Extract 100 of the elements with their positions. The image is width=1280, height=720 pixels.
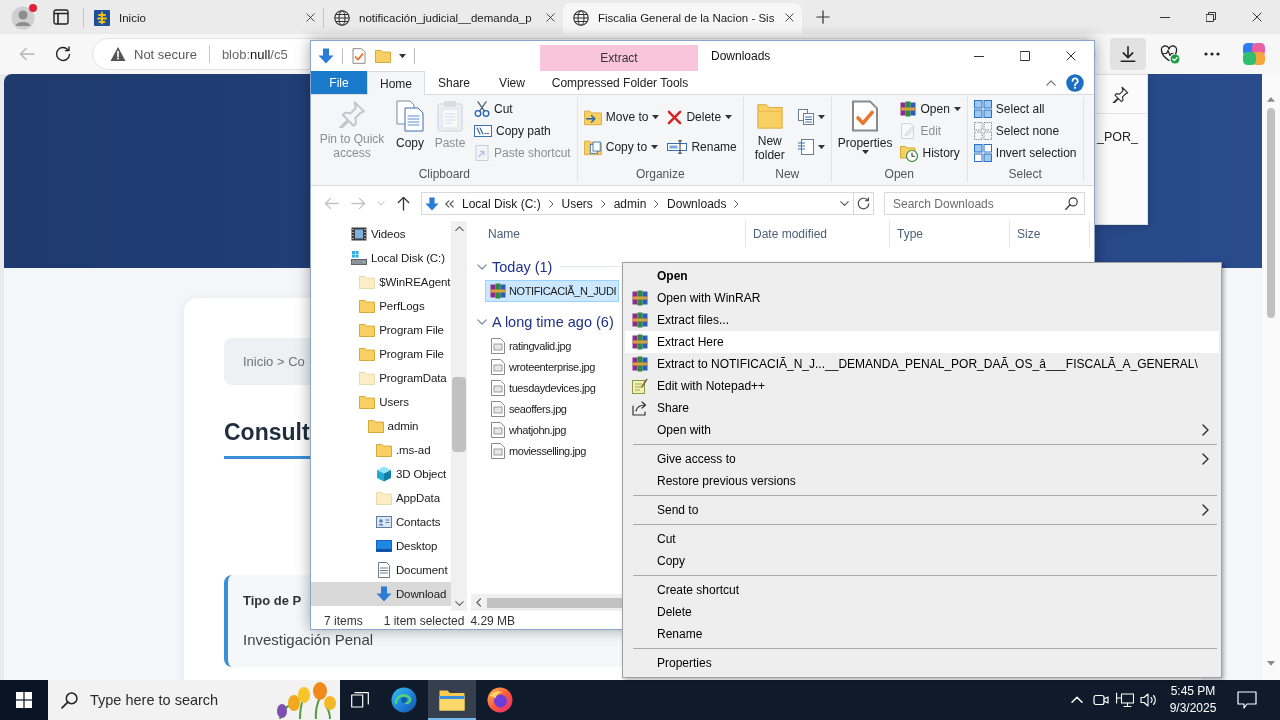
tree-item[interactable]: Program File	[311, 318, 451, 342]
scroll-up-icon[interactable]	[454, 226, 464, 232]
menu-item[interactable]: Send to	[625, 499, 1219, 521]
download-file-name[interactable]: _POR_	[1097, 130, 1138, 144]
close-icon[interactable]	[306, 13, 315, 22]
security-label[interactable]: Not secure	[134, 46, 197, 62]
close-icon[interactable]	[785, 13, 794, 22]
ribbon-button[interactable]: Cut	[472, 98, 573, 120]
ribbon-button[interactable]	[795, 106, 827, 128]
scrollbar[interactable]	[451, 221, 467, 611]
search-field[interactable]: Type here to search	[48, 680, 340, 720]
volume-icon[interactable]	[1140, 691, 1158, 709]
ribbon-button[interactable]	[795, 136, 827, 158]
breadcrumb-item[interactable]: Downloads	[665, 196, 729, 211]
tree-item[interactable]: Users	[311, 390, 451, 414]
search-input[interactable]: Search Downloads	[893, 194, 1061, 213]
search-icon[interactable]	[1065, 197, 1078, 210]
group-header[interactable]: A long time ago (6)	[477, 313, 614, 330]
tree-item[interactable]: ProgramData	[311, 366, 451, 390]
refresh-icon[interactable]	[857, 197, 870, 210]
ribbon-button[interactable]: Select all	[971, 98, 1079, 120]
caret-icon[interactable]	[399, 53, 406, 59]
tree-item[interactable]: Download	[311, 582, 451, 606]
notification-icon[interactable]	[1237, 690, 1257, 710]
browser-tab[interactable]: Inicio	[84, 3, 323, 34]
tree-item[interactable]: admin	[311, 414, 451, 438]
minimize-icon[interactable]	[1160, 16, 1170, 18]
ribbon-button[interactable]: Copy path	[472, 120, 573, 142]
file-item[interactable]: tuesdaydevices.jpg	[485, 377, 599, 398]
breadcrumb-item[interactable]: admin	[611, 196, 649, 211]
menu-item[interactable]: Extract Here	[625, 331, 1219, 353]
tree-item[interactable]: Videos	[311, 222, 451, 246]
column-header[interactable]: Name	[471, 221, 746, 247]
maximize-icon[interactable]	[1020, 51, 1030, 61]
ribbon-button[interactable]: Delete	[665, 106, 739, 128]
minimize-icon[interactable]	[974, 55, 984, 57]
search-icon[interactable]	[61, 691, 78, 709]
menu-item[interactable]: Copy	[625, 550, 1219, 572]
chevron-down-icon[interactable]	[839, 200, 849, 207]
close-icon[interactable]	[546, 13, 555, 22]
heart-pulse-icon[interactable]	[1160, 44, 1180, 64]
menu-item[interactable]: Extract to NOTIFICACIÃ_N_J...__DEMANDA_PENAL_POR_DAÃ_OS_â___FISCALÃ_A_GENERAL\	[625, 353, 1219, 375]
menu-item[interactable]: Share	[625, 397, 1219, 419]
scrollbar[interactable]	[1262, 74, 1280, 680]
ribbon-button[interactable]: Properties	[835, 98, 895, 155]
ribbon-tab[interactable]: File	[311, 71, 367, 94]
tree-item[interactable]: Document	[311, 558, 451, 582]
search-input[interactable]: Type here to search	[90, 689, 258, 711]
checked-document-icon[interactable]	[351, 48, 367, 64]
ribbon-button[interactable]: Copy	[392, 98, 428, 150]
start-button[interactable]	[0, 680, 48, 720]
ribbon-button[interactable]: Invert selection	[971, 142, 1079, 164]
breadcrumb-item[interactable]: Local Disk (C:)	[460, 196, 543, 211]
chevron-right-icon[interactable]	[548, 199, 554, 208]
column-header[interactable]: Type	[890, 221, 1010, 247]
file-item[interactable]: wroteenterprise.jpg	[485, 356, 598, 377]
close-icon[interactable]	[1066, 51, 1076, 61]
tree-item[interactable]: AppData	[311, 486, 451, 510]
file-item[interactable]: NOTIFICACIÃ_N_JUDI	[485, 280, 620, 302]
download-icon[interactable]	[1119, 45, 1137, 63]
tree-item[interactable]: .ms-ad	[311, 438, 451, 462]
menu-item[interactable]: Open with WinRAR	[625, 287, 1219, 309]
tab-actions-icon[interactable]	[53, 9, 69, 25]
menu-item[interactable]: Cut	[625, 528, 1219, 550]
scrollbar-thumb[interactable]	[1267, 107, 1275, 318]
chevron-right-icon[interactable]	[734, 199, 740, 208]
ribbon-button[interactable]: Rename	[665, 136, 739, 158]
tree-item[interactable]: Contacts	[311, 510, 451, 534]
tree-item[interactable]: Desktop	[311, 534, 451, 558]
scroll-down-icon[interactable]	[454, 600, 464, 606]
menu-item[interactable]: Delete	[625, 601, 1219, 623]
tree-item[interactable]: $WinREAgent	[311, 270, 451, 294]
ribbon-button[interactable]: Select none	[971, 120, 1079, 142]
ribbon-button[interactable]: Copy to	[581, 136, 662, 158]
browser-tab[interactable]: Fiscalia General de la Nacion - Sis	[563, 3, 802, 34]
collapse-chevron-icon[interactable]	[1046, 79, 1056, 86]
tree-item[interactable]: Program File	[311, 342, 451, 366]
breadcrumb-item[interactable]: Users	[559, 196, 595, 211]
tree-item[interactable]: 3D Object	[311, 462, 451, 486]
refresh-icon[interactable]	[55, 46, 71, 62]
ribbon-button[interactable]: History	[898, 142, 963, 164]
more-icon[interactable]	[1204, 52, 1220, 56]
task-view-icon[interactable]	[351, 691, 369, 709]
file-item[interactable]: seaoffers.jpg	[485, 398, 570, 419]
taskbar-app-button[interactable]	[428, 680, 476, 720]
chevron-right-icon[interactable]	[600, 199, 606, 208]
scroll-left-icon[interactable]	[476, 598, 482, 607]
search-field[interactable]: Search Downloads	[884, 192, 1085, 215]
scroll-down-icon[interactable]	[1267, 661, 1275, 666]
menu-item[interactable]: Extract files...	[625, 309, 1219, 331]
group-header[interactable]: Today (1)	[477, 258, 553, 275]
menu-item[interactable]: Restore previous versions	[625, 470, 1219, 492]
close-icon[interactable]	[1252, 12, 1262, 22]
downloads-button[interactable]	[1110, 38, 1146, 70]
menu-item[interactable]: Give access to	[625, 448, 1219, 470]
ribbon-button[interactable]: New folder	[747, 98, 792, 162]
restore-icon[interactable]	[1206, 12, 1216, 22]
tiles-logo-icon[interactable]	[1242, 42, 1266, 66]
menu-item[interactable]: Rename	[625, 623, 1219, 645]
clock-button[interactable]: 5:45 PM 9/3/2025	[1163, 683, 1223, 717]
